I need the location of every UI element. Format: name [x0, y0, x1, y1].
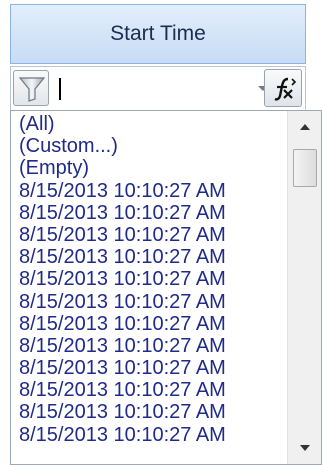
list-item[interactable]: 8/15/2013 10:10:27 AM: [19, 401, 289, 423]
scrollbar-thumb[interactable]: [293, 149, 317, 187]
list-item[interactable]: 8/15/2013 10:10:27 AM: [19, 224, 289, 246]
list-item[interactable]: 8/15/2013 10:10:27 AM: [19, 246, 289, 268]
filter-funnel-button[interactable]: [13, 70, 49, 106]
filter-values-list[interactable]: (All) (Custom...) (Empty) 8/15/2013 10:10:2…: [10, 110, 322, 465]
filter-dropdown-window: Start Time (All) (Custom...) (Empty) 8/1…: [0, 0, 322, 465]
text-caret: [59, 78, 61, 100]
list-item[interactable]: 8/15/2013 10:10:27 AM: [19, 268, 289, 290]
list-item[interactable]: 8/15/2013 10:10:27 AM: [19, 313, 289, 335]
vertical-scrollbar[interactable]: [287, 111, 321, 464]
funnel-icon: [18, 77, 46, 102]
list-item[interactable]: (Empty): [19, 157, 289, 179]
function-icon: [274, 77, 297, 101]
list-item[interactable]: (Custom...): [19, 135, 289, 157]
list-item[interactable]: 8/15/2013 10:10:27 AM: [19, 291, 289, 313]
column-header-start-time[interactable]: Start Time: [10, 4, 306, 64]
scroll-up-arrow-icon[interactable]: [288, 113, 322, 141]
list-items: (All) (Custom...) (Empty) 8/15/2013 10:10:2…: [19, 113, 289, 446]
list-item[interactable]: 8/15/2013 10:10:27 AM: [19, 180, 289, 202]
list-item[interactable]: 8/15/2013 10:10:27 AM: [19, 357, 289, 379]
filter-operator-button[interactable]: [264, 69, 302, 107]
list-item[interactable]: 8/15/2013 10:10:27 AM: [19, 424, 289, 446]
list-item[interactable]: 8/15/2013 10:10:27 AM: [19, 335, 289, 357]
filter-row: [10, 66, 306, 110]
list-item[interactable]: 8/15/2013 10:10:27 AM: [19, 379, 289, 401]
scroll-down-arrow-icon[interactable]: [288, 434, 322, 462]
list-item[interactable]: 8/15/2013 10:10:27 AM: [19, 202, 289, 224]
column-header-label: Start Time: [110, 22, 206, 45]
list-item[interactable]: (All): [19, 113, 289, 135]
filter-value-input[interactable]: [55, 73, 245, 103]
